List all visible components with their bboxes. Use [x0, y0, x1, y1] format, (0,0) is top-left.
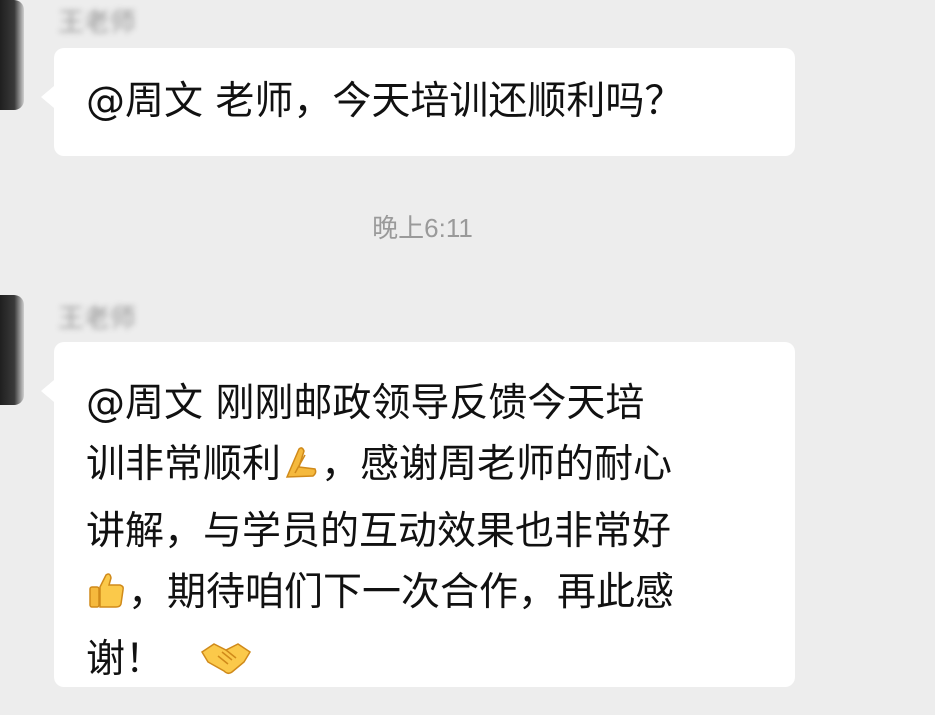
- message-text: 谢！: [86, 637, 165, 682]
- message-bubble-2[interactable]: @周文 刚刚邮政领导反馈今天培 训非常顺利 ，感谢周老师的耐心 讲解，与学员的互动…: [41, 342, 795, 687]
- sender-avatar[interactable]: [0, 0, 24, 110]
- sender-name: 王老师: [58, 304, 137, 334]
- message-text: 讲解，与学员的互动效果也非常好: [86, 509, 672, 554]
- message-text: 训非常顺利: [86, 442, 282, 487]
- sender-avatar[interactable]: [0, 295, 24, 405]
- message-text: @周文 老师，今天培训还顺利吗？: [86, 79, 684, 124]
- handshake-icon: [200, 635, 252, 696]
- message-timestamp: 晚上6:11: [372, 213, 473, 243]
- folded-hands-icon: [281, 440, 321, 501]
- message-bubble-1[interactable]: @周文 老师，今天培训还顺利吗？: [41, 48, 795, 156]
- message-text-line: ，期待咱们下一次合作，再此感: [86, 562, 761, 629]
- sender-name: 王老师: [58, 8, 137, 38]
- thumbs-up-icon: [86, 568, 128, 629]
- message-text: @周文 刚刚邮政领导反馈今天培: [86, 381, 645, 426]
- message-text: ，感谢周老师的耐心: [321, 442, 673, 487]
- message-text-line: 训非常顺利 ，感谢周老师的耐心: [86, 434, 761, 501]
- message-text: ，期待咱们下一次合作，再此感: [128, 570, 675, 615]
- message-text-line: 谢！: [86, 629, 761, 696]
